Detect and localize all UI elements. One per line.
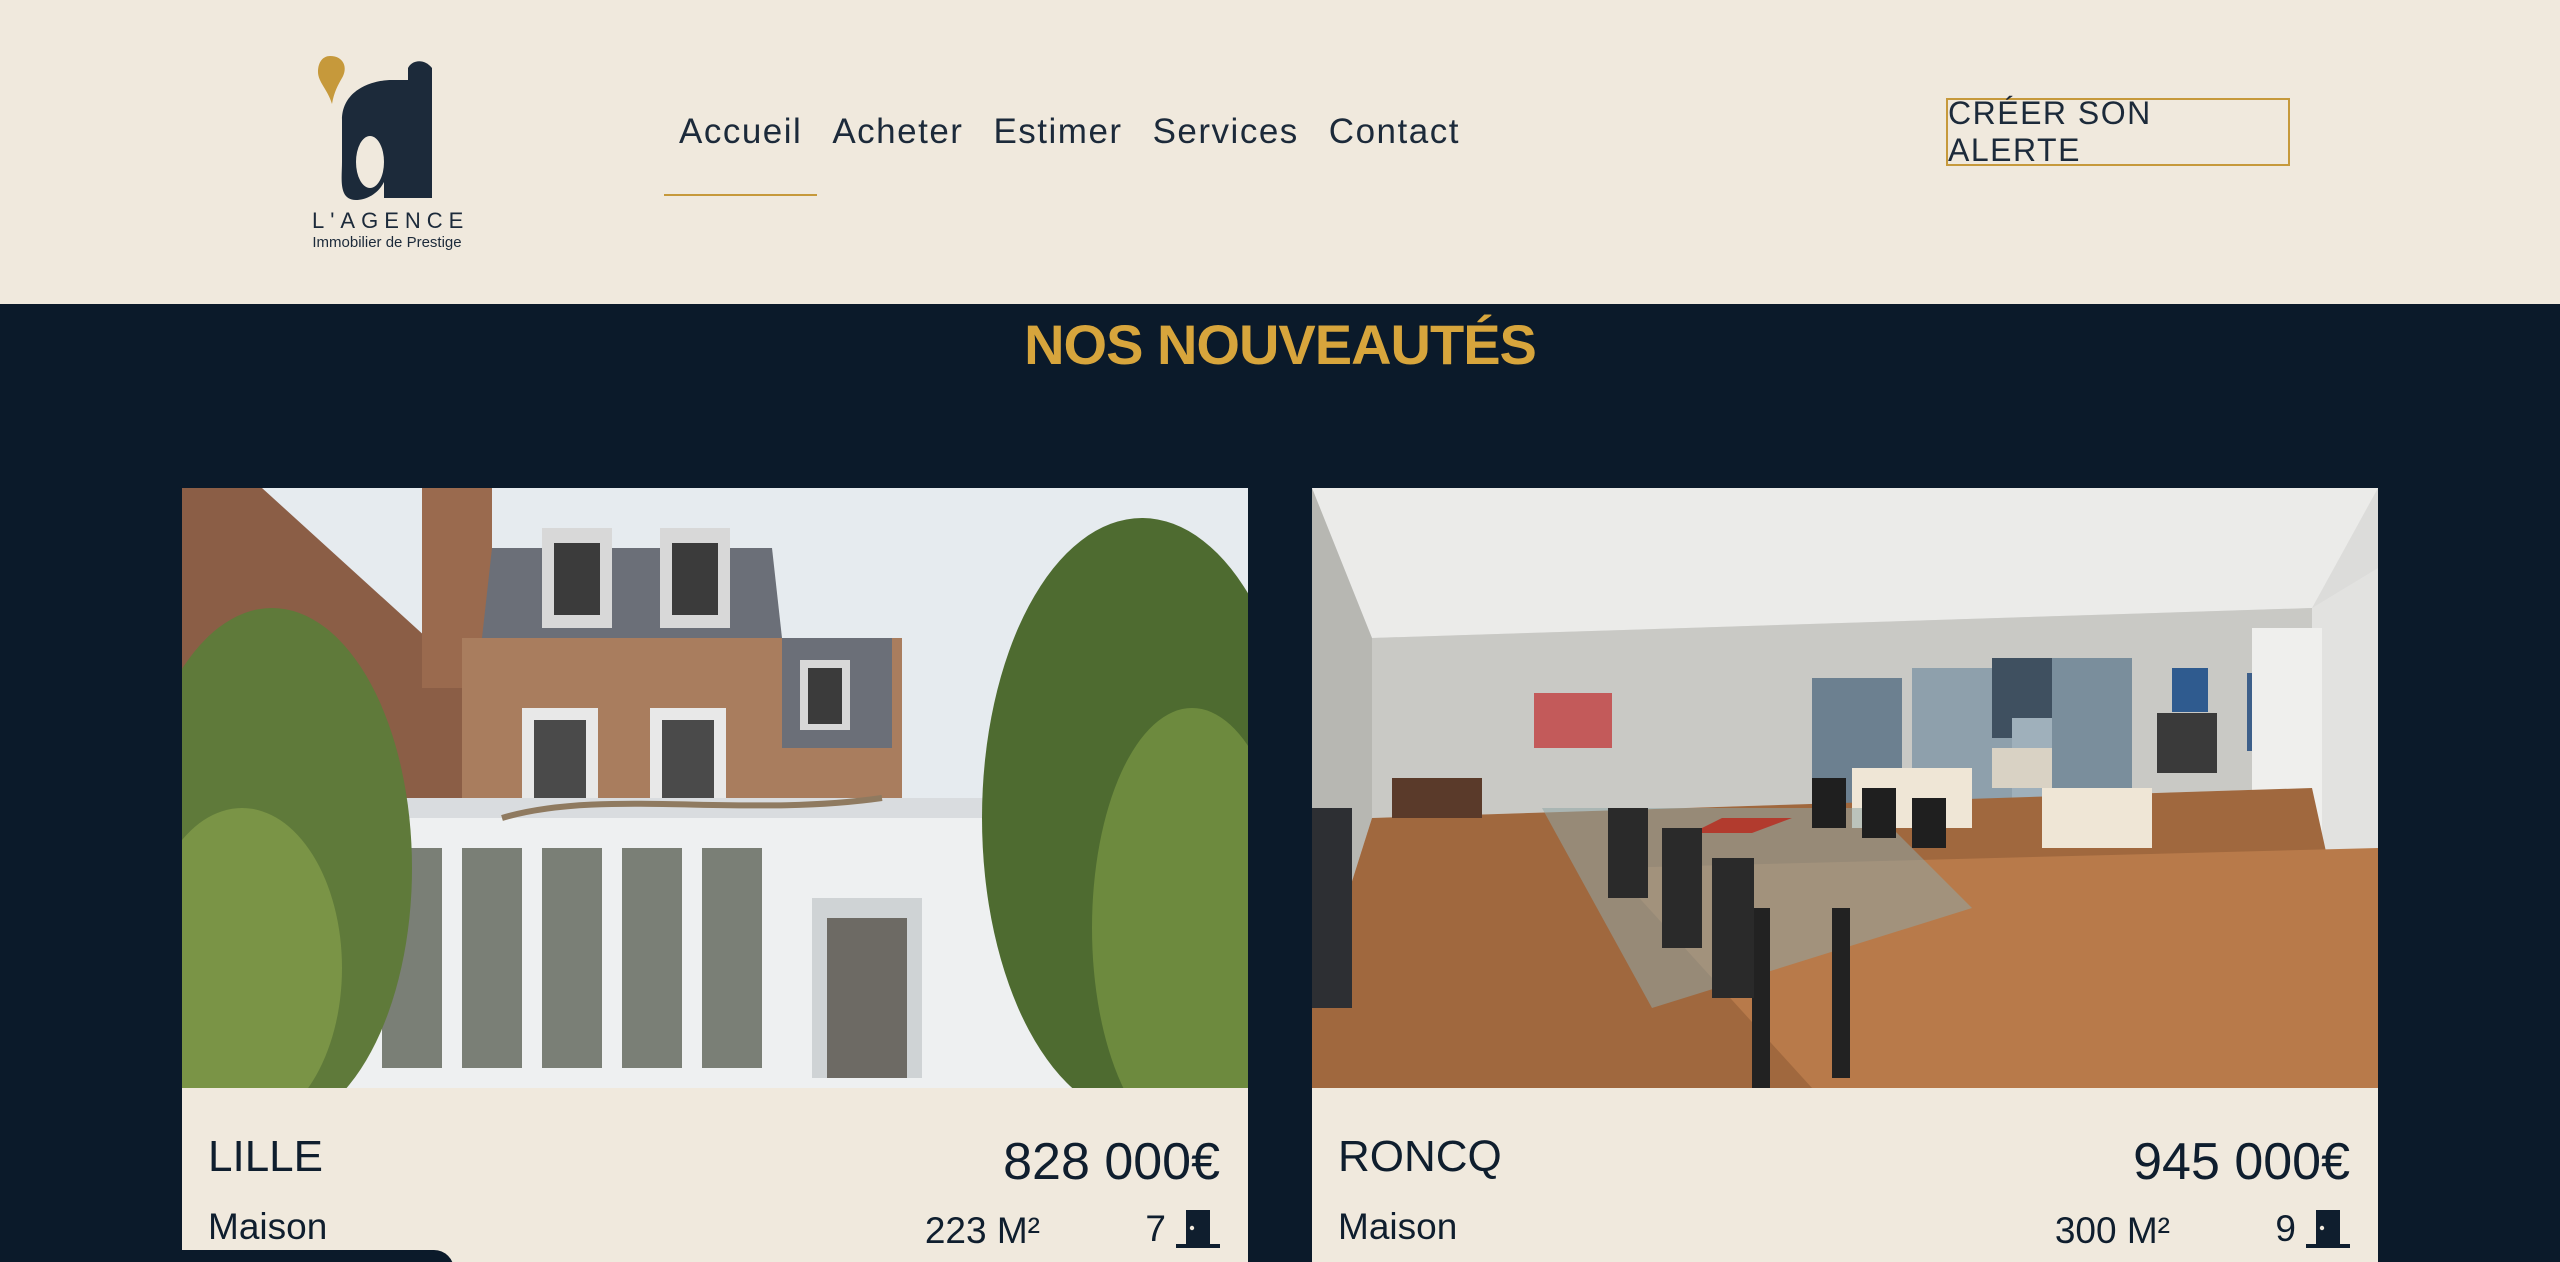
logo-mark [318,56,432,200]
nav-item-estimer[interactable]: Estimer [978,104,1137,180]
door-icon [2306,1210,2350,1248]
nav-item-accueil[interactable]: Accueil [664,104,818,196]
cookie-consent-tab[interactable] [0,1250,454,1262]
listing-rooms: 9 [2275,1208,2350,1250]
listing-surface: 223 M² [924,1210,1040,1251]
listing-price: 828 000€ [1003,1133,1220,1191]
listing-surface: 300 M² [2054,1210,2170,1251]
logo-tagline: Immobilier de Prestige [312,234,462,251]
site-header: L'AGENCE Immobilier de Prestige Accueil … [0,0,2560,304]
listing-price: 945 000€ [2133,1133,2350,1191]
create-alert-button[interactable]: CRÉER SON ALERTE [1946,95,2290,168]
listing-photo-house[interactable] [182,488,1248,1088]
listing-card[interactable]: RONCQ Maison 945 000€ 300 M² 9 [1312,488,2378,1262]
logo-wordmark: L'AGENCE [312,208,470,233]
nav-item-services[interactable]: Services [1138,104,1314,180]
section-title: NOS NOUVEAUTÉS [1024,313,1537,376]
listing-type: Maison [208,1206,328,1247]
listing-city: RONCQ [1338,1132,1502,1181]
nav-item-acheter[interactable]: Acheter [817,104,978,180]
main-nav: Accueil Acheter Estimer Services Contact [664,104,1475,196]
agency-logo[interactable]: L'AGENCE Immobilier de Prestige [312,50,470,256]
rooms-count: 9 [2275,1208,2296,1249]
listing-type: Maison [1338,1206,1458,1247]
listing-card[interactable]: LILLE Maison 828 000€ 223 M² 7 [182,488,1248,1262]
listing-rooms: 7 [1145,1208,1220,1250]
door-icon [1176,1210,1220,1248]
nav-item-contact[interactable]: Contact [1314,104,1475,180]
listing-photo-interior[interactable] [1312,488,2378,1088]
listing-city: LILLE [208,1132,323,1181]
rooms-count: 7 [1145,1208,1166,1249]
